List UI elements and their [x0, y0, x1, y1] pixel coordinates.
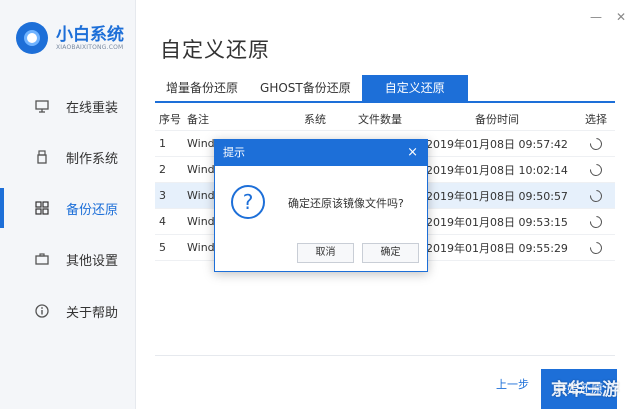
dialog-header: 提示 × — [215, 140, 427, 166]
logo-name: 小白系统 — [56, 24, 124, 45]
restore-icon[interactable] — [587, 135, 605, 153]
window-controls: — ✕ — [590, 10, 626, 24]
col-header-system: 系统 — [304, 113, 326, 126]
confirm-dialog: 提示 × ? 确定还原该镜像文件吗? 取消 确定 — [214, 139, 428, 272]
tab-custom-restore[interactable]: 自定义还原 — [361, 75, 468, 102]
col-header-backup-time: 备份时间 — [475, 113, 519, 126]
restore-icon[interactable] — [587, 213, 605, 231]
question-icon: ? — [231, 185, 265, 219]
col-header-note: 备注 — [187, 113, 209, 126]
minimize-icon[interactable]: — — [590, 10, 602, 24]
usb-icon — [34, 149, 50, 165]
sidebar-item-make-system[interactable]: 制作系统 — [0, 137, 135, 177]
prev-step-button[interactable]: 上一步 — [496, 376, 529, 392]
sidebar-item-about-help[interactable]: 关于帮助 — [0, 291, 135, 331]
sidebar-item-other-settings[interactable]: 其他设置 — [0, 239, 135, 279]
sidebar-item-label: 其他设置 — [66, 253, 119, 269]
sidebar: 小白系统 XIAOBAIXITONG.COM 在线重装 制作系统 备份还原 其他… — [0, 0, 136, 409]
close-icon[interactable]: × — [407, 140, 418, 166]
sidebar-item-online-install[interactable]: 在线重装 — [0, 86, 135, 126]
col-header-select: 选择 — [585, 113, 607, 126]
logo: 小白系统 XIAOBAIXITONG.COM — [16, 22, 124, 54]
sidebar-item-label: 备份还原 — [66, 202, 119, 218]
tab-underline — [155, 101, 615, 103]
cancel-button[interactable]: 取消 — [297, 243, 354, 263]
col-header-no: 序号 — [159, 113, 181, 126]
sidebar-item-label: 在线重装 — [66, 100, 119, 116]
monitor-icon — [34, 98, 50, 114]
restore-icon[interactable] — [587, 161, 605, 179]
sidebar-item-label: 制作系统 — [66, 151, 119, 167]
grid-icon — [34, 200, 50, 216]
confirm-button[interactable]: 确定 — [362, 243, 419, 263]
close-icon[interactable]: ✕ — [616, 10, 626, 24]
tab-bar: 增量备份还原 GHOST备份还原 自定义还原 — [155, 75, 468, 102]
restore-icon[interactable] — [587, 187, 605, 205]
restore-icon[interactable] — [587, 239, 605, 257]
briefcase-icon — [34, 251, 50, 267]
logo-url: XIAOBAIXITONG.COM — [56, 43, 124, 51]
tab-ghost-restore[interactable]: GHOST备份还原 — [249, 75, 362, 102]
dialog-message: 确定还原该镜像文件吗? — [288, 197, 404, 210]
info-icon — [34, 303, 50, 319]
logo-icon — [16, 22, 48, 54]
footer-divider — [155, 355, 615, 356]
col-header-file-count: 文件数量 — [358, 113, 402, 126]
dialog-title: 提示 — [223, 146, 245, 159]
page-title: 自定义还原 — [160, 38, 270, 62]
sidebar-item-backup-restore[interactable]: 备份还原 — [0, 188, 135, 228]
app-window: 小白系统 XIAOBAIXITONG.COM 在线重装 制作系统 备份还原 其他… — [0, 0, 640, 409]
start-restore-button[interactable]: 开始还原 — [541, 369, 617, 409]
table-header: 序号 备注 系统 文件数量 备份时间 选择 — [155, 108, 615, 131]
sidebar-item-label: 关于帮助 — [66, 305, 119, 321]
tab-incremental-restore[interactable]: 增量备份还原 — [155, 75, 249, 102]
